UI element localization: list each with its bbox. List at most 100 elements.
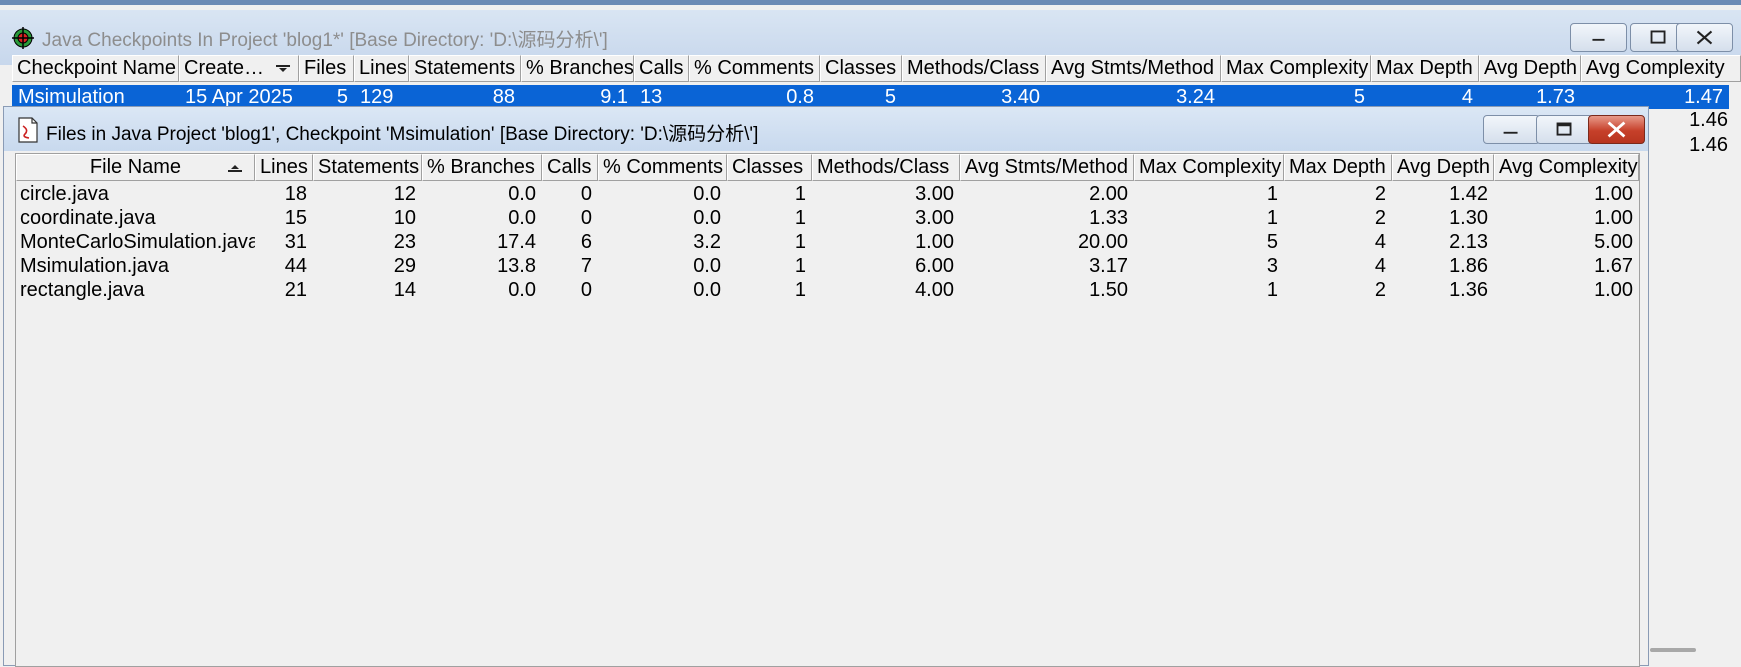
cell: 2 (1374, 207, 1386, 229)
cell: 1 (794, 231, 806, 253)
files-list[interactable]: File Name Lines Statements % Branches Ca… (15, 153, 1640, 667)
table-row[interactable]: MonteCarloSimulation.java 31 23 17.4 6 3… (16, 230, 1639, 254)
close-button[interactable] (1588, 115, 1645, 144)
column-header[interactable]: Max Complexity (1221, 55, 1371, 82)
cell: 0.0 (508, 183, 536, 205)
column-header[interactable]: Create… (179, 55, 299, 82)
column-header[interactable]: Avg Depth (1392, 154, 1494, 181)
minimize-icon (1503, 131, 1518, 134)
cell: 1.50 (1089, 279, 1128, 301)
target-icon (12, 27, 34, 49)
column-header[interactable]: Lines (354, 55, 409, 82)
column-header-label: Avg Depth (1484, 57, 1578, 79)
column-header[interactable]: % Branches (521, 55, 634, 82)
cell: 3.2 (693, 231, 721, 253)
cell: 0 (580, 183, 592, 205)
close-icon (1607, 121, 1626, 138)
column-header-label: Avg Complexity (1499, 156, 1638, 178)
column-header[interactable]: Methods/Class (812, 154, 960, 181)
cell: 1 (794, 207, 806, 229)
column-header[interactable]: Classes (820, 55, 902, 82)
files-titlebar[interactable]: Files in Java Project 'blog1', Checkpoin… (4, 107, 1648, 151)
column-header-label: % Branches (526, 57, 634, 79)
horizontal-scrollbar[interactable] (1650, 648, 1696, 652)
column-header-label: Methods/Class (817, 156, 950, 178)
cell: 0.0 (693, 255, 721, 277)
cell: 1.00 (1594, 207, 1633, 229)
cell: 5.00 (1594, 231, 1633, 253)
cell: 13.8 (497, 255, 536, 277)
column-header[interactable]: Classes (727, 154, 812, 181)
column-header-label: Lines (260, 156, 308, 178)
column-header[interactable]: File Name (16, 154, 255, 181)
column-header[interactable]: Avg Stmts/Method (960, 154, 1134, 181)
column-header-label: Avg Stmts/Method (1051, 57, 1215, 79)
column-header-label: % Comments (694, 57, 815, 79)
table-row[interactable]: coordinate.java 15 10 0.0 0 0.0 1 3.00 1… (16, 206, 1639, 230)
table-row[interactable]: circle.java 18 12 0.0 0 0.0 1 3.00 2.00 … (16, 182, 1639, 206)
column-header[interactable]: Calls (542, 154, 598, 181)
cell: 1 (1266, 279, 1278, 301)
files-window: Files in Java Project 'blog1', Checkpoin… (3, 106, 1649, 667)
column-header-label: Avg Depth (1397, 156, 1491, 178)
column-header-label: % Branches (427, 156, 535, 178)
column-header[interactable]: % Branches (422, 154, 542, 181)
column-header[interactable]: Checkpoint Name (12, 55, 179, 82)
cell: 1.86 (1449, 255, 1488, 277)
column-header[interactable]: Max Depth (1284, 154, 1392, 181)
cell: 2 (1374, 183, 1386, 205)
column-header-label: Statements (414, 57, 516, 79)
cell: 1 (794, 183, 806, 205)
cell: 1 (1266, 183, 1278, 205)
document-icon (18, 117, 38, 143)
cell: 3.00 (915, 183, 954, 205)
cell: coordinate.java (20, 207, 156, 229)
column-header-label: Avg Stmts/Method (965, 156, 1129, 178)
column-header[interactable]: Statements (313, 154, 422, 181)
column-header-label: % Comments (603, 156, 724, 178)
cell: 1 (794, 255, 806, 277)
cell: Msimulation.java (20, 255, 169, 277)
column-header[interactable]: Files (299, 55, 354, 82)
cell: 18 (284, 183, 307, 205)
maximize-button[interactable] (1536, 115, 1593, 144)
close-button[interactable] (1676, 23, 1733, 52)
table-row[interactable]: rectangle.java 21 14 0.0 0 0.0 1 4.00 1.… (16, 278, 1639, 302)
cell: 3.17 (1089, 255, 1128, 277)
cell: 21 (284, 279, 307, 301)
column-header[interactable]: Avg Complexity (1581, 55, 1741, 82)
hidden-row-value: 1.46 (1689, 134, 1728, 156)
column-header[interactable]: Avg Complexity (1494, 154, 1639, 181)
minimize-button[interactable] (1483, 115, 1540, 144)
column-header[interactable]: % Comments (689, 55, 820, 82)
cell: 4 (1374, 231, 1386, 253)
column-header[interactable]: Methods/Class (902, 55, 1046, 82)
cell: 6.00 (915, 255, 954, 277)
column-header[interactable]: Avg Depth (1479, 55, 1581, 82)
cell: 1.00 (915, 231, 954, 253)
files-header-row: File Name Lines Statements % Branches Ca… (16, 154, 1639, 181)
cell: 7 (580, 255, 592, 277)
column-header[interactable]: Statements (409, 55, 521, 82)
column-header-label: Methods/Class (907, 57, 1040, 79)
column-header[interactable]: Avg Stmts/Method (1046, 55, 1221, 82)
column-header-label: Max Depth (1289, 156, 1386, 178)
cell: rectangle.java (20, 279, 145, 301)
column-header[interactable]: % Comments (598, 154, 727, 181)
cell: MonteCarloSimulation.java (20, 231, 255, 253)
column-header[interactable]: Max Depth (1371, 55, 1479, 82)
close-icon (1696, 30, 1713, 45)
cell: 20.00 (1077, 231, 1128, 253)
cell: 31 (284, 231, 307, 253)
minimize-button[interactable] (1570, 23, 1627, 52)
column-header[interactable]: Lines (255, 154, 313, 181)
cell: 0 (580, 207, 592, 229)
cell: 1.67 (1594, 255, 1633, 277)
column-header-label: File Name (89, 156, 182, 178)
column-header[interactable]: Calls (634, 55, 689, 82)
cell: 4 (1374, 255, 1386, 277)
column-header[interactable]: Max Complexity (1134, 154, 1284, 181)
column-header-label: Max Depth (1376, 57, 1473, 79)
table-row[interactable]: Msimulation.java 44 29 13.8 7 0.0 1 6.00… (16, 254, 1639, 278)
cell: 44 (284, 255, 307, 277)
